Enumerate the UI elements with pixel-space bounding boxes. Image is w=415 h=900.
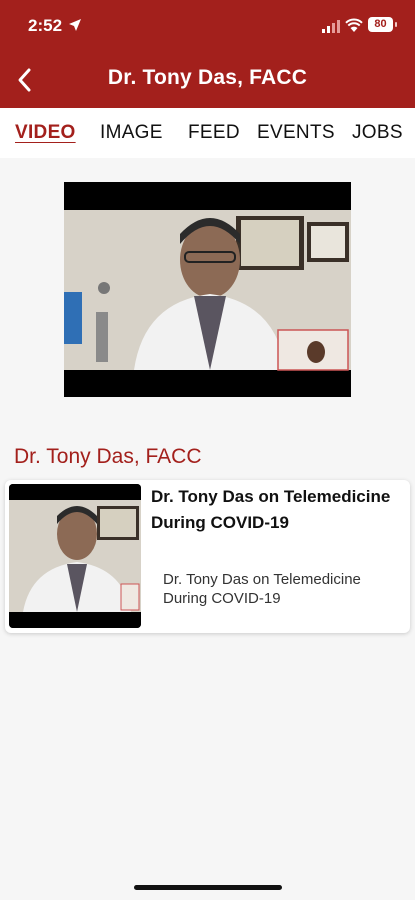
thumbnail-image <box>9 484 141 628</box>
section-title: Dr. Tony Das, FACC <box>14 445 202 468</box>
featured-video-player[interactable] <box>64 182 351 397</box>
tab-events[interactable]: EVENTS <box>257 122 335 144</box>
app-header: 2:52 80 Dr. Tony Das, FACC <box>0 0 415 108</box>
location-arrow-icon <box>69 19 81 31</box>
home-indicator <box>134 885 282 890</box>
tab-image[interactable]: IMAGE <box>100 122 163 144</box>
cellular-signal-icon <box>322 20 340 33</box>
status-time: 2:52 <box>28 16 63 35</box>
tab-jobs[interactable]: JOBS <box>352 122 403 144</box>
page-title: Dr. Tony Das, FACC <box>107 66 308 89</box>
battery-icon: 80 <box>368 17 397 32</box>
tab-video[interactable]: VIDEO <box>15 122 76 144</box>
video-description: Dr. Tony Das on Telemedicine During COVI… <box>163 571 361 607</box>
video-frame-image <box>64 182 351 397</box>
wifi-icon <box>345 18 363 32</box>
tab-bar: VIDEO IMAGE FEED EVENTS JOBS <box>0 108 415 158</box>
video-thumbnail <box>9 484 141 628</box>
video-card[interactable]: Dr. Tony Das on Telemedicine During COVI… <box>5 480 410 633</box>
tab-feed[interactable]: FEED <box>188 122 240 144</box>
video-title: Dr. Tony Das on Telemedicine During COVI… <box>151 487 391 532</box>
